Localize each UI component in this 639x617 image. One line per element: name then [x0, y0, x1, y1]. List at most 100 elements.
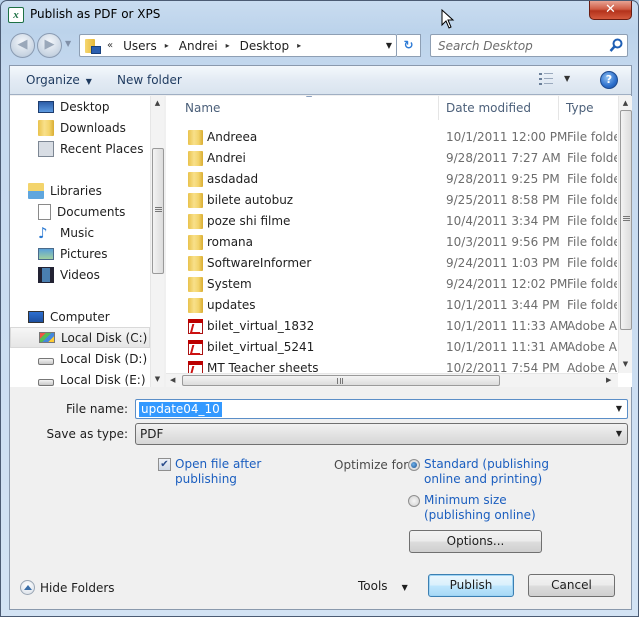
- column-divider[interactable]: [558, 96, 559, 120]
- address-dropdown-icon[interactable]: ▼: [386, 41, 392, 50]
- view-options-dropdown[interactable]: ▼: [564, 74, 570, 83]
- sidebar-item-pictures[interactable]: Pictures: [10, 243, 150, 264]
- navigation-pane: Desktop Downloads Recent Places Librarie…: [10, 96, 164, 387]
- sidebar-item-local-disk-c[interactable]: Local Disk (C:): [10, 327, 150, 348]
- folder-icon: [188, 214, 203, 229]
- tools-button[interactable]: Tools ▼: [358, 579, 408, 593]
- organize-label: Organize: [26, 73, 80, 87]
- open-after-publishing-checkbox[interactable]: ✔: [158, 458, 171, 471]
- file-row[interactable]: romana 10/3/2011 9:56 PM File folder: [166, 232, 617, 253]
- file-row[interactable]: System 9/24/2011 12:02 PMFile folder: [166, 274, 617, 295]
- address-bar[interactable]: « Users ▸ Andrei ▸ Desktop ▸ ▼: [79, 34, 397, 57]
- label-line: publishing: [175, 472, 237, 486]
- sidebar-item-videos[interactable]: Videos: [10, 264, 150, 285]
- open-after-publishing-label[interactable]: Open file after publishing: [175, 457, 261, 487]
- file-row[interactable]: Andrei 9/28/2011 7:27 AM File folder: [166, 148, 617, 169]
- sidebar-item-local-disk-d[interactable]: Local Disk (D:): [10, 348, 150, 369]
- scroll-left-icon[interactable]: ◀: [170, 374, 175, 387]
- publish-button[interactable]: Publish: [428, 574, 514, 597]
- breadcrumb-users[interactable]: Users: [123, 39, 157, 53]
- breadcrumb-desktop[interactable]: Desktop: [240, 39, 290, 53]
- file-type: File folder: [567, 214, 617, 228]
- file-type: Adobe Acrobat Document: [567, 319, 617, 333]
- file-list-vertical-scrollbar[interactable]: ▲ ▼: [618, 96, 632, 373]
- optimize-standard-label[interactable]: Standard (publishing online and printing…: [424, 457, 549, 487]
- optimize-minimum-label[interactable]: Minimum size (publishing online): [424, 493, 536, 523]
- breadcrumb-andrei[interactable]: Andrei: [179, 39, 218, 53]
- search-input[interactable]: Search Desktop: [430, 34, 628, 57]
- file-date-modified: 9/24/2011 12:02 PM: [446, 277, 568, 291]
- file-date-modified: 9/24/2011 1:03 PM: [446, 256, 560, 270]
- file-date-modified: 10/1/2011 11:31 AM: [446, 340, 569, 354]
- music-icon: ♪: [38, 223, 48, 242]
- scroll-down-icon[interactable]: ▼: [151, 375, 164, 383]
- new-folder-button[interactable]: New folder: [117, 73, 182, 87]
- sidebar-item-recent-places[interactable]: Recent Places: [10, 138, 150, 159]
- hide-folders-icon[interactable]: [20, 580, 35, 595]
- recent-pages-dropdown[interactable]: ▼: [65, 39, 71, 48]
- file-row[interactable]: bilet_virtual_1832 10/1/2011 11:33 AM Adob…: [166, 316, 617, 337]
- cancel-button[interactable]: Cancel: [528, 574, 615, 597]
- back-button[interactable]: ◀: [10, 33, 35, 58]
- grip-icon: [623, 216, 630, 221]
- sidebar-item-documents[interactable]: Documents: [10, 201, 150, 222]
- file-type: File folder: [567, 277, 617, 291]
- command-bar: Organize ▼ New folder ▼ ?: [10, 66, 631, 95]
- file-type: File folder: [567, 130, 617, 144]
- change-view-icon[interactable]: [539, 73, 553, 85]
- scrollbar-thumb[interactable]: [182, 375, 500, 386]
- file-row[interactable]: poze shi filme 10/4/2011 3:34 PM File fold…: [166, 211, 617, 232]
- file-row[interactable]: SoftwareInformer 9/24/2011 1:03 PM File fo…: [166, 253, 617, 274]
- column-type[interactable]: Type: [566, 96, 594, 120]
- sidebar-item-label: Local Disk (C:): [61, 330, 148, 345]
- file-row[interactable]: Andreea 10/1/2011 12:00 PMFile folder: [166, 127, 617, 148]
- breadcrumb-arrow-icon[interactable]: ▸: [226, 41, 230, 50]
- sidebar-item-music[interactable]: ♪ Music: [10, 222, 150, 243]
- breadcrumb-arrow-icon[interactable]: ▸: [165, 41, 169, 50]
- options-button[interactable]: Options...: [409, 530, 542, 553]
- help-icon[interactable]: ?: [600, 71, 618, 89]
- save-as-type-select[interactable]: PDF ▼: [135, 423, 628, 445]
- file-date-modified: 10/1/2011 12:00 PM: [446, 130, 568, 144]
- file-name-dropdown-icon[interactable]: ▼: [616, 404, 622, 413]
- sidebar-item-computer[interactable]: Computer: [10, 306, 150, 327]
- scroll-down-icon[interactable]: ▼: [619, 360, 632, 368]
- file-name: Andrei: [207, 151, 246, 165]
- file-row[interactable]: asdadad 9/28/2011 9:25 PM File folder: [166, 169, 617, 190]
- window-title: Publish as PDF or XPS: [30, 7, 161, 21]
- refresh-button[interactable]: ↻: [397, 34, 421, 57]
- sidebar-item-downloads[interactable]: Downloads: [10, 117, 150, 138]
- file-row[interactable]: bilete autobuz 9/25/2011 8:58 PM File fold…: [166, 190, 617, 211]
- file-list-horizontal-scrollbar[interactable]: ◀ ▶: [166, 373, 618, 387]
- breadcrumb-overflow[interactable]: «: [107, 40, 113, 51]
- desktop-icon: [38, 100, 54, 113]
- downloads-icon: [38, 119, 54, 136]
- scroll-up-icon[interactable]: ▲: [619, 99, 632, 107]
- scrollbar-thumb[interactable]: [152, 148, 164, 274]
- scroll-right-icon[interactable]: ▶: [606, 374, 611, 387]
- optimize-standard-radio[interactable]: [408, 459, 420, 471]
- scrollbar-thumb[interactable]: [620, 110, 632, 330]
- file-name-input[interactable]: update04_10 ▼: [135, 399, 628, 419]
- sidebar-item-local-disk-e[interactable]: Local Disk (E:): [10, 369, 150, 387]
- search-icon[interactable]: [609, 38, 623, 53]
- file-row[interactable]: updates 10/1/2011 3:44 PM File folder: [166, 295, 617, 316]
- navigation-scrollbar[interactable]: ▲ ▼: [150, 96, 164, 387]
- breadcrumb-arrow-icon[interactable]: ▸: [297, 41, 301, 50]
- column-divider[interactable]: [438, 96, 439, 120]
- optimize-minimum-radio[interactable]: [408, 495, 420, 507]
- sidebar-item-libraries[interactable]: Libraries: [10, 180, 150, 201]
- scroll-up-icon[interactable]: ▲: [151, 99, 164, 107]
- organize-button[interactable]: Organize ▼: [26, 73, 92, 87]
- file-date-modified: 10/1/2011 3:44 PM: [446, 298, 560, 312]
- sidebar-item-desktop[interactable]: Desktop: [10, 96, 150, 117]
- column-name[interactable]: Name: [185, 96, 220, 120]
- hide-folders-button[interactable]: Hide Folders: [40, 581, 115, 595]
- column-date-modified[interactable]: Date modified: [446, 96, 531, 120]
- folder-location-icon: [85, 38, 101, 54]
- file-row[interactable]: bilet_virtual_5241 10/1/2011 11:31 AM Adob…: [166, 337, 617, 358]
- sidebar-item-label: Local Disk (E:): [60, 372, 146, 387]
- close-button[interactable]: ✕: [589, 1, 632, 20]
- file-type: File folder: [567, 172, 617, 186]
- forward-button[interactable]: ▶: [37, 33, 62, 58]
